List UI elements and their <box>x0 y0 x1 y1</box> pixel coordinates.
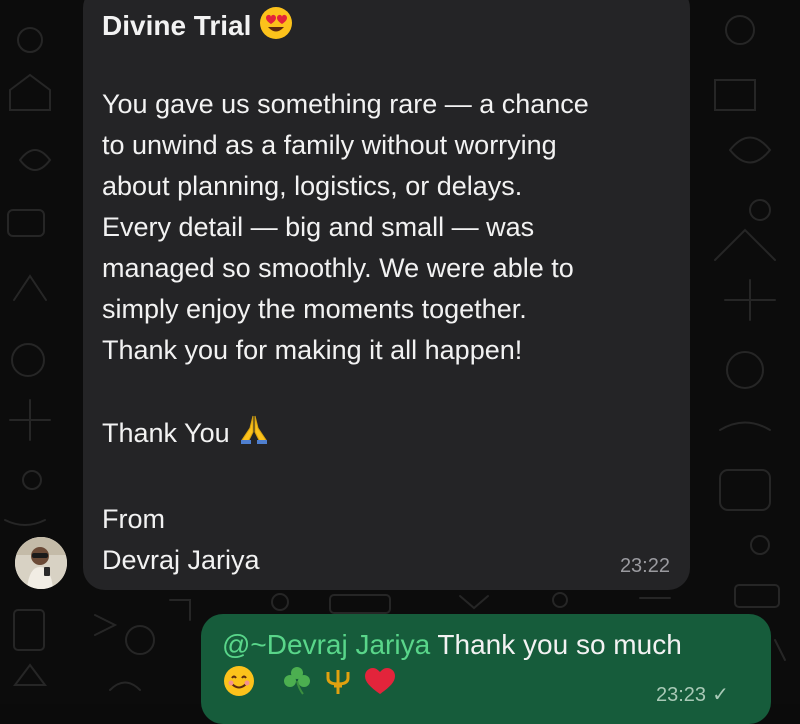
trident-emoji <box>321 664 355 708</box>
message-line: Thank you for making it all happen! <box>102 335 523 365</box>
message-title: Divine Trial <box>102 6 670 46</box>
message-line: about planning, logistics, or delays. <box>102 171 523 201</box>
signature: Devraj Jariya <box>102 545 260 575</box>
message-timestamp: 23:22 <box>619 555 670 577</box>
shamrock-emoji <box>280 664 314 708</box>
smiling-face-emoji <box>222 664 256 708</box>
incoming-message-bubble[interactable]: Divine Trial You gave us something rare … <box>83 0 690 590</box>
message-line: simply enjoy the moments together. <box>102 294 527 324</box>
avatar[interactable] <box>15 537 67 589</box>
outgoing-timestamp-row: 23:23 ✓ <box>656 682 729 707</box>
outgoing-message-text: @~Devraj Jariya Thank you so much <box>222 626 751 664</box>
from-label: From <box>102 504 165 534</box>
outgoing-timestamp: 23:23 <box>656 684 707 706</box>
message-line: You gave us something rare — a chance <box>102 89 589 119</box>
message-thanks-line: Thank You <box>102 412 670 458</box>
message-title-text: Divine Trial <box>102 9 252 41</box>
thanks-text: Thank You <box>102 418 230 449</box>
message-body: You gave us something rare — a chance to… <box>102 84 670 581</box>
red-heart-emoji <box>363 664 397 708</box>
message-line: Every detail — big and small — was <box>102 212 535 242</box>
heart-eyes-emoji <box>259 6 293 49</box>
single-check-icon: ✓ <box>712 684 729 706</box>
folded-hands-emoji <box>237 412 271 458</box>
message-line: to unwind as a family without worrying <box>102 130 557 160</box>
message-line: managed so smoothly. We were able to <box>102 253 574 283</box>
outgoing-message-bubble[interactable]: @~Devraj Jariya Thank you so much 23:23 … <box>201 614 771 724</box>
mention-link[interactable]: @~Devraj Jariya <box>222 629 430 660</box>
outgoing-text: Thank you so much <box>430 629 682 660</box>
